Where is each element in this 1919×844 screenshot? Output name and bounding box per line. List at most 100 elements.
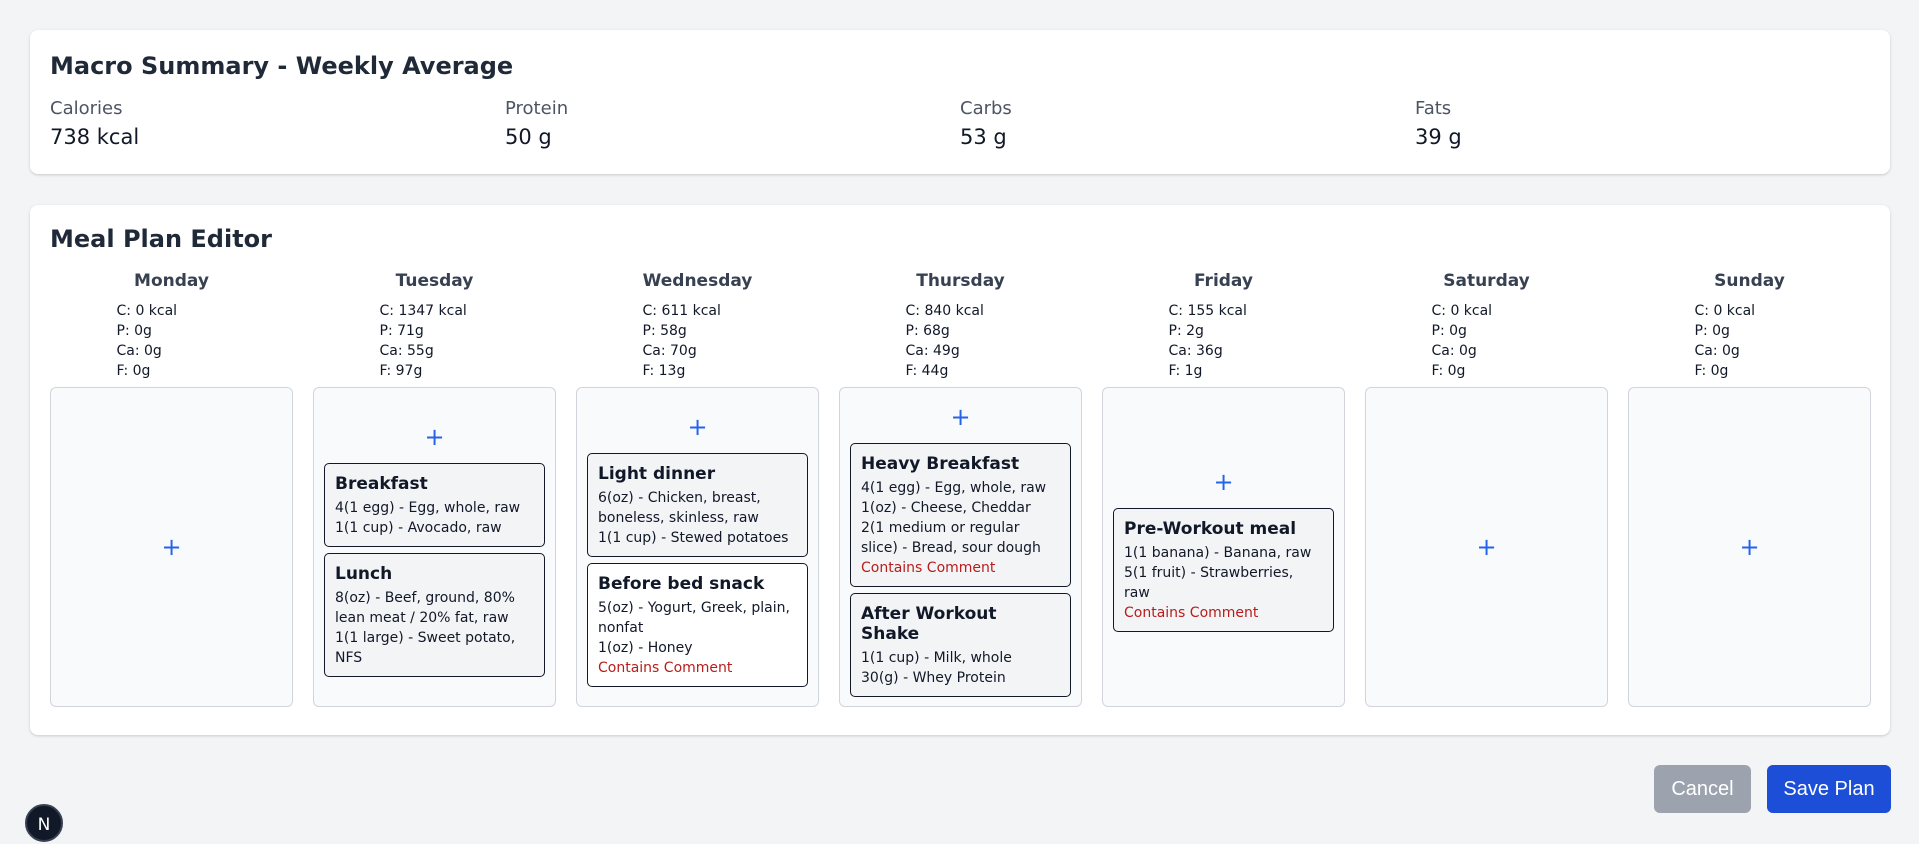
day-total-line: C: 611 kcal — [642, 303, 721, 319]
day-name: Friday — [1194, 271, 1253, 291]
meal-plan-editor-card: Meal Plan Editor Monday C: 0 kcal P: 0g Ca:… — [30, 205, 1890, 735]
meal-item: 4(1 egg) - Egg, whole, raw — [335, 500, 521, 516]
day-total-line: P: 58g — [642, 323, 687, 339]
day-total-line: Ca: 0g — [1694, 343, 1740, 359]
day-name: Saturday — [1443, 271, 1530, 291]
meal-item: 1(1 banana) - Banana, raw — [1124, 545, 1312, 561]
day-meal-box: + Heavy Breakfast 4(1 egg) - Egg, whole, r… — [839, 387, 1082, 707]
day-total-line: C: 0 kcal — [1694, 303, 1756, 319]
macro-summary-card: Macro Summary - Weekly Average Calories … — [30, 30, 1890, 174]
meal-card[interactable]: Heavy Breakfast 4(1 egg) - Egg, whole, ra… — [850, 443, 1071, 587]
stat-label: Calories — [50, 98, 123, 119]
day-total-line: F: 44g — [905, 363, 949, 379]
meal-item: 1(1 cup) - Milk, whole — [861, 650, 1012, 666]
meal-item: 1(1 large) - Sweet potato, NFS — [335, 630, 516, 666]
meal-item: 6(oz) - Chicken, breast, boneless, skinl… — [598, 490, 761, 526]
day-meal-box: + — [50, 387, 293, 707]
add-meal-button[interactable]: + — [1213, 470, 1233, 494]
day-meal-box: + Breakfast 4(1 egg) - Egg, whole, raw 1(1 … — [313, 387, 556, 707]
day-total-line: Ca: 36g — [1168, 343, 1223, 359]
stat-protein: Protein 50 g — [505, 98, 960, 149]
add-meal-button[interactable]: + — [161, 535, 181, 559]
day-total-line: P: 71g — [379, 323, 424, 339]
day-column-friday: Friday C: 155 kcal P: 2g Ca: 36g F: 1g + Pre-W… — [1102, 271, 1345, 707]
meal-card[interactable]: Breakfast 4(1 egg) - Egg, whole, raw 1(1 c… — [324, 463, 545, 547]
meal-comment-indicator: Contains Comment — [861, 560, 996, 576]
day-total-line: Ca: 70g — [642, 343, 697, 359]
add-meal-button[interactable]: + — [424, 425, 444, 449]
day-total-line: C: 0 kcal — [1431, 303, 1493, 319]
day-total-line: F: 0g — [1694, 363, 1729, 379]
day-column-sunday: Sunday C: 0 kcal P: 0g Ca: 0g F: 0g + — [1628, 271, 1871, 707]
day-total-line: F: 13g — [642, 363, 686, 379]
meal-plan-editor-title: Meal Plan Editor — [50, 225, 272, 253]
stat-label: Fats — [1415, 98, 1452, 119]
stat-value: 39 g — [1415, 125, 1462, 149]
day-total-line: P: 0g — [1431, 323, 1467, 339]
day-total-line: P: 68g — [905, 323, 950, 339]
meal-name: Light dinner — [598, 464, 716, 484]
day-meal-box: + — [1628, 387, 1871, 707]
meal-item: 4(1 egg) - Egg, whole, raw — [861, 480, 1047, 496]
day-meal-box: + Light dinner 6(oz) - Chicken, breast, bo… — [576, 387, 819, 707]
meal-card[interactable]: After Workout Shake 1(1 cup) - Milk, whol… — [850, 593, 1071, 697]
day-total-line: Ca: 0g — [116, 343, 162, 359]
day-total-line: F: 97g — [379, 363, 423, 379]
stat-carbs: Carbs 53 g — [960, 98, 1415, 149]
add-meal-button[interactable]: + — [687, 415, 707, 439]
add-meal-button[interactable]: + — [1739, 535, 1759, 559]
meal-item: 1(oz) - Honey — [598, 640, 693, 656]
stat-value: 53 g — [960, 125, 1007, 149]
week-days: Monday C: 0 kcal P: 0g Ca: 0g F: 0g + Tuesday C… — [50, 271, 1871, 707]
meal-item: 1(1 cup) - Avocado, raw — [335, 520, 502, 536]
meal-comment-indicator: Contains Comment — [1124, 605, 1259, 621]
add-meal-button[interactable]: + — [950, 405, 970, 429]
add-meal-button[interactable]: + — [1476, 535, 1496, 559]
day-column-tuesday: Tuesday C: 1347 kcal P: 71g Ca: 55g F: 97g + B… — [313, 271, 556, 707]
day-meal-box: + Pre-Workout meal 1(1 banana) - Banana, r… — [1102, 387, 1345, 707]
meal-name: Breakfast — [335, 474, 428, 494]
meal-card[interactable]: Pre-Workout meal 1(1 banana) - Banana, ra… — [1113, 508, 1334, 632]
meal-item: 2(1 medium or regular slice) - Bread, so… — [861, 520, 1041, 556]
meal-card[interactable]: Before bed snack 5(oz) - Yogurt, Greek, p… — [587, 563, 808, 687]
meal-name: Pre-Workout meal — [1124, 519, 1297, 539]
cancel-button[interactable]: Cancel — [1654, 765, 1751, 813]
day-totals: C: 0 kcal P: 0g Ca: 0g F: 0g — [1432, 301, 1542, 387]
day-total-line: C: 155 kcal — [1168, 303, 1247, 319]
day-total-line: C: 0 kcal — [116, 303, 178, 319]
stat-value: 50 g — [505, 125, 552, 149]
stat-fats: Fats 39 g — [1415, 98, 1870, 149]
day-total-line: P: 0g — [116, 323, 152, 339]
meal-item: 30(g) - Whey Protein — [861, 670, 1006, 686]
day-total-line: P: 0g — [1694, 323, 1730, 339]
meal-comment-indicator: Contains Comment — [598, 660, 733, 676]
meal-item: 5(1 fruit) - Strawberries, raw — [1124, 565, 1294, 601]
meal-item: 5(oz) - Yogurt, Greek, plain, nonfat — [598, 600, 790, 636]
day-total-line: F: 1g — [1168, 363, 1203, 379]
save-plan-button[interactable]: Save Plan — [1767, 765, 1891, 813]
day-totals: C: 840 kcal P: 68g Ca: 49g F: 44g — [906, 301, 1016, 387]
macro-stats: Calories 738 kcal Protein 50 g Carbs 53 … — [50, 98, 1870, 149]
day-name: Monday — [134, 271, 209, 291]
meal-item: 8(oz) - Beef, ground, 80% lean meat / 20… — [335, 590, 515, 626]
day-column-thursday: Thursday C: 840 kcal P: 68g Ca: 49g F: 44g + H… — [839, 271, 1082, 707]
day-total-line: Ca: 0g — [1431, 343, 1477, 359]
day-name: Wednesday — [642, 271, 753, 291]
meal-card[interactable]: Lunch 8(oz) - Beef, ground, 80% lean meat… — [324, 553, 545, 677]
avatar[interactable]: N — [25, 804, 63, 842]
day-total-line: P: 2g — [1168, 323, 1204, 339]
day-column-wednesday: Wednesday C: 611 kcal P: 58g Ca: 70g F: 13g +… — [576, 271, 819, 707]
meal-name: Heavy Breakfast — [861, 454, 1020, 474]
meal-card[interactable]: Light dinner 6(oz) - Chicken, breast, bon… — [587, 453, 808, 557]
meal-item: 1(1 cup) - Stewed potatoes — [598, 530, 789, 546]
day-total-line: C: 1347 kcal — [379, 303, 467, 319]
meal-name: Lunch — [335, 564, 393, 584]
day-totals: C: 155 kcal P: 2g Ca: 36g F: 1g — [1169, 301, 1279, 387]
day-total-line: Ca: 49g — [905, 343, 960, 359]
stat-value: 738 kcal — [50, 125, 140, 149]
day-total-line: F: 0g — [116, 363, 151, 379]
meal-name: After Workout Shake — [861, 604, 997, 644]
day-total-line: F: 0g — [1431, 363, 1466, 379]
day-total-line: Ca: 55g — [379, 343, 434, 359]
day-name: Sunday — [1714, 271, 1785, 291]
